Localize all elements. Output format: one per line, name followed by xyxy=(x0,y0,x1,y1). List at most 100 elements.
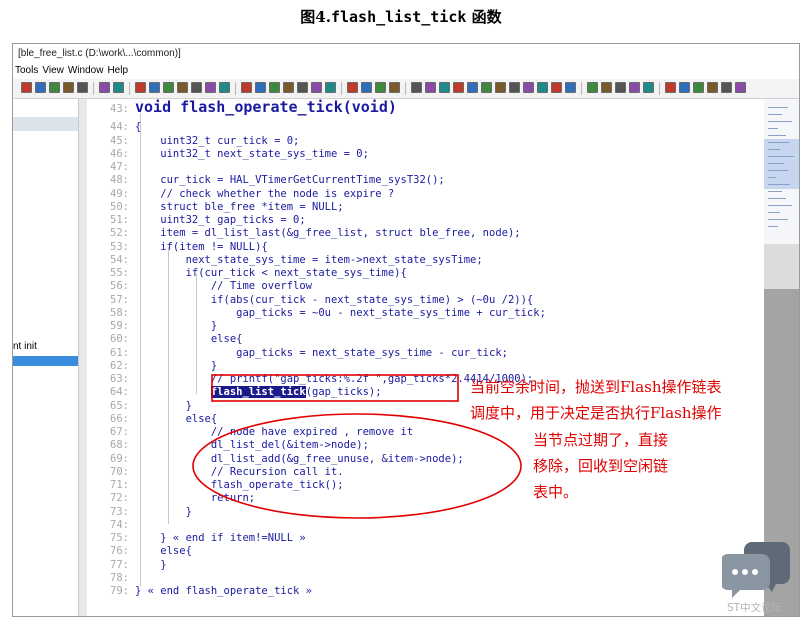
menu-help[interactable]: Help xyxy=(107,64,128,78)
menu-window[interactable]: Window xyxy=(68,64,104,78)
toolbar-button[interactable] xyxy=(565,82,576,93)
code-line[interactable]: 73: } xyxy=(89,506,192,519)
toolbar-separator xyxy=(581,82,582,95)
toolbar-button[interactable] xyxy=(21,82,32,93)
toolbar-button[interactable] xyxy=(509,82,520,93)
toolbar-button[interactable] xyxy=(439,82,450,93)
code-line[interactable]: 54: next_state_sys_time = item->next_sta… xyxy=(89,254,483,267)
code-line[interactable]: 57: if(abs(cur_tick - next_state_sys_tim… xyxy=(89,294,533,307)
toolbar-button[interactable] xyxy=(481,82,492,93)
toolbar-button[interactable] xyxy=(113,82,124,93)
toolbar-button[interactable] xyxy=(297,82,308,93)
toolbar-button[interactable] xyxy=(615,82,626,93)
toolbar-button[interactable] xyxy=(425,82,436,93)
code-line[interactable]: 68: dl_list_del(&item->node); xyxy=(89,439,369,452)
toolbar-button[interactable] xyxy=(467,82,478,93)
code-line[interactable]: 44: { xyxy=(89,121,141,134)
toolbar-button[interactable] xyxy=(219,82,230,93)
toolbar-button[interactable] xyxy=(495,82,506,93)
code-line[interactable]: 49: // check whether the node is expire … xyxy=(89,188,394,201)
toolbar-button[interactable] xyxy=(49,82,60,93)
code-line[interactable]: 64: flash_list_tick(gap_ticks); xyxy=(89,386,382,399)
code-line[interactable]: 77: } xyxy=(89,559,167,572)
toolbar-button[interactable] xyxy=(191,82,202,93)
code-text: } xyxy=(135,558,167,571)
code-line[interactable]: 48: cur_tick = HAL_VTimerGetCurrentTime_… xyxy=(89,174,445,187)
toolbar-button[interactable] xyxy=(311,82,322,93)
code-line[interactable]: 65: } xyxy=(89,400,192,413)
toolbar-button[interactable] xyxy=(735,82,746,93)
code-line[interactable]: 47: xyxy=(89,161,135,174)
toolbar-button[interactable] xyxy=(205,82,216,93)
toolbar-button[interactable] xyxy=(587,82,598,93)
toolbar-button[interactable] xyxy=(35,82,46,93)
selected-identifier[interactable]: flash_list_tick xyxy=(210,386,306,399)
code-line[interactable]: 43: void flash_operate_tick(void) xyxy=(89,100,397,116)
toolbar-button[interactable] xyxy=(283,82,294,93)
toolbar-button[interactable] xyxy=(177,82,188,93)
minimap-viewport[interactable] xyxy=(764,139,799,189)
code-line[interactable]: 66: else{ xyxy=(89,413,217,426)
minimap-line xyxy=(768,128,778,129)
toolbar-button[interactable] xyxy=(241,82,252,93)
code-line[interactable]: 61: gap_ticks = next_state_sys_time - cu… xyxy=(89,347,508,360)
toolbar-button[interactable] xyxy=(325,82,336,93)
menu-view[interactable]: View xyxy=(42,64,64,78)
code-line[interactable]: 72: return; xyxy=(89,492,255,505)
code-line[interactable]: 76: else{ xyxy=(89,545,192,558)
toolbar-button[interactable] xyxy=(375,82,386,93)
code-line[interactable]: 53: if(item != NULL){ xyxy=(89,241,268,254)
code-line[interactable]: 56: // Time overflow xyxy=(89,280,312,293)
symbol-item-selected[interactable] xyxy=(13,356,78,366)
toolbar-button[interactable] xyxy=(411,82,422,93)
code-line[interactable]: 75: } « end if item!=NULL » xyxy=(89,532,306,545)
code-line[interactable]: 45: uint32_t cur_tick = 0; xyxy=(89,135,299,148)
toolbar-button[interactable] xyxy=(679,82,690,93)
toolbar-button[interactable] xyxy=(255,82,266,93)
toolbar-button[interactable] xyxy=(135,82,146,93)
code-line[interactable]: 58: gap_ticks = ~0u - next_state_sys_tim… xyxy=(89,307,546,320)
toolbar-button[interactable] xyxy=(389,82,400,93)
code-line[interactable]: 55: if(cur_tick < next_state_sys_time){ xyxy=(89,267,407,280)
toolbar-button[interactable] xyxy=(149,82,160,93)
code-line[interactable]: 62: } xyxy=(89,360,217,373)
toolbar-button[interactable] xyxy=(453,82,464,93)
toolbar-button[interactable] xyxy=(269,82,280,93)
code-line[interactable]: 69: dl_list_add(&g_free_unuse, &item->no… xyxy=(89,453,464,466)
symbol-item-label[interactable]: nt init xyxy=(13,341,37,352)
code-line[interactable]: 79:} « end flash_operate_tick » xyxy=(89,585,312,598)
toolbar-button[interactable] xyxy=(629,82,640,93)
toolbar-button[interactable] xyxy=(707,82,718,93)
code-line[interactable]: 63: // printf("gap_ticks:%.2f ",gap_tick… xyxy=(89,373,533,386)
toolbar-button[interactable] xyxy=(77,82,88,93)
minimap[interactable] xyxy=(764,99,799,616)
toolbar-button[interactable] xyxy=(361,82,372,93)
toolbar-button[interactable] xyxy=(601,82,612,93)
toolbar-button[interactable] xyxy=(163,82,174,93)
line-number: 75: xyxy=(110,532,129,544)
line-number: 77: xyxy=(110,558,129,571)
menu-tools[interactable]: Tools xyxy=(15,64,38,78)
toolbar-button[interactable] xyxy=(643,82,654,93)
toolbar-button[interactable] xyxy=(523,82,534,93)
code-editor[interactable]: 43: void flash_operate_tick(void) 44: {45: … xyxy=(89,99,763,616)
toolbar-button[interactable] xyxy=(665,82,676,93)
toolbar-button[interactable] xyxy=(99,82,110,93)
toolbar-button[interactable] xyxy=(721,82,732,93)
toolbar-button[interactable] xyxy=(551,82,562,93)
code-line[interactable]: 78: xyxy=(89,572,135,585)
code-line[interactable]: 51: uint32_t gap_ticks = 0; xyxy=(89,214,306,227)
code-line[interactable]: 70: // Recursion call it. xyxy=(89,466,344,479)
toolbar-button[interactable] xyxy=(693,82,704,93)
code-line[interactable]: 60: else{ xyxy=(89,333,242,346)
code-line[interactable]: 50: struct ble_free *item = NULL; xyxy=(89,201,344,214)
code-line[interactable]: 74: xyxy=(89,519,135,532)
toolbar-button[interactable] xyxy=(63,82,74,93)
code-line[interactable]: 46: uint32_t next_state_sys_time = 0; xyxy=(89,148,369,161)
toolbar-button[interactable] xyxy=(347,82,358,93)
code-line[interactable]: 59: } xyxy=(89,320,217,333)
code-line[interactable]: 67: // node have expired , remove it xyxy=(89,426,413,439)
code-line[interactable]: 71: flash_operate_tick(); xyxy=(89,479,344,492)
toolbar-button[interactable] xyxy=(537,82,548,93)
code-line[interactable]: 52: item = dl_list_last(&g_free_list, st… xyxy=(89,227,521,240)
